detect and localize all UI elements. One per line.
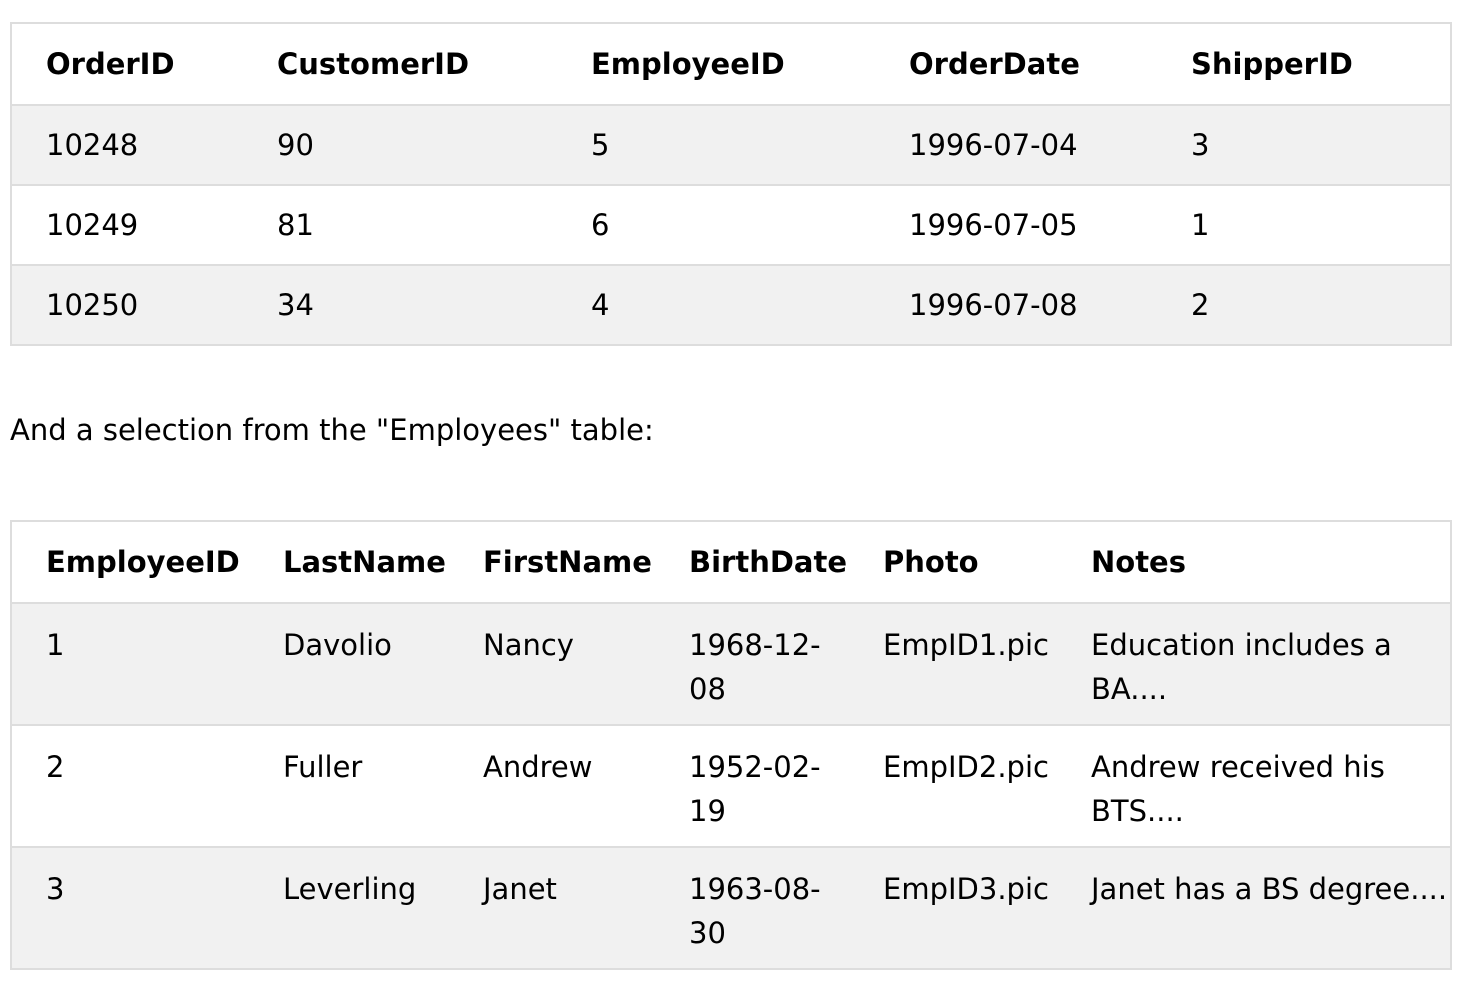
table-row: 1 Davolio Nancy 1968-12-08 EmpID1.pic Ed… [11, 603, 1451, 725]
table-cell: Fuller [283, 750, 363, 784]
table-cell: 1963-08-30 [689, 872, 821, 950]
table-cell: EmpID1.pic [883, 628, 1049, 662]
table-cell: 1996-07-04 [909, 128, 1078, 162]
table-cell: 1996-07-08 [909, 288, 1078, 322]
table-cell: Education includes a BA.... [1091, 628, 1392, 706]
table-row: 10248 90 5 1996-07-04 3 [11, 105, 1451, 185]
column-header-notes: Notes [1057, 521, 1451, 603]
table-cell: 2 [46, 750, 65, 784]
table-cell: 1996-07-05 [909, 208, 1078, 242]
column-header-employeeid: EmployeeID [11, 521, 249, 603]
column-header-shipperid: ShipperID [1157, 23, 1451, 105]
table-row: 3 Leverling Janet 1963-08-30 EmpID3.pic … [11, 847, 1451, 969]
table-cell: 3 [1191, 128, 1210, 162]
column-header-firstname: FirstName [449, 521, 655, 603]
table-header-row: OrderID CustomerID EmployeeID OrderDate … [11, 23, 1451, 105]
table-cell: 34 [277, 288, 314, 322]
column-header-lastname: LastName [249, 521, 449, 603]
table-cell: 1 [1191, 208, 1210, 242]
table-cell: 10248 [46, 128, 139, 162]
table-row: 2 Fuller Andrew 1952-02-19 EmpID2.pic An… [11, 725, 1451, 847]
table-cell: 2 [1191, 288, 1210, 322]
table-header-row: EmployeeID LastName FirstName BirthDate … [11, 521, 1451, 603]
table-cell: 4 [591, 288, 610, 322]
column-header-orderdate: OrderDate [875, 23, 1157, 105]
employees-table: EmployeeID LastName FirstName BirthDate … [10, 520, 1452, 970]
table-cell: Andrew received his BTS.... [1091, 750, 1385, 828]
orders-table: OrderID CustomerID EmployeeID OrderDate … [10, 22, 1452, 346]
table-row: 10250 34 4 1996-07-08 2 [11, 265, 1451, 345]
column-header-orderid: OrderID [11, 23, 243, 105]
table-cell: Leverling [283, 872, 417, 906]
table-cell: Davolio [283, 628, 392, 662]
column-header-customerid: CustomerID [243, 23, 557, 105]
table-cell: 10249 [46, 208, 139, 242]
table-cell: EmpID3.pic [883, 872, 1049, 906]
table-cell: EmpID2.pic [883, 750, 1049, 784]
table-cell: 5 [591, 128, 610, 162]
table-cell: 6 [591, 208, 610, 242]
column-header-birthdate: BirthDate [655, 521, 849, 603]
intro-text: And a selection from the "Employees" tab… [10, 413, 654, 447]
table-cell: Janet has a BS degree.... [1091, 872, 1448, 906]
table-cell: 3 [46, 872, 65, 906]
column-header-employeeid: EmployeeID [557, 23, 875, 105]
table-cell: Andrew [483, 750, 593, 784]
table-cell: 81 [277, 208, 314, 242]
table-cell: 1952-02-19 [689, 750, 821, 828]
table-row: 10249 81 6 1996-07-05 1 [11, 185, 1451, 265]
table-cell: 10250 [46, 288, 139, 322]
column-header-photo: Photo [849, 521, 1057, 603]
table-cell: 90 [277, 128, 314, 162]
table-cell: 1 [46, 628, 65, 662]
table-cell: Nancy [483, 628, 574, 662]
table-cell: 1968-12-08 [689, 628, 821, 706]
table-cell: Janet [483, 872, 557, 906]
